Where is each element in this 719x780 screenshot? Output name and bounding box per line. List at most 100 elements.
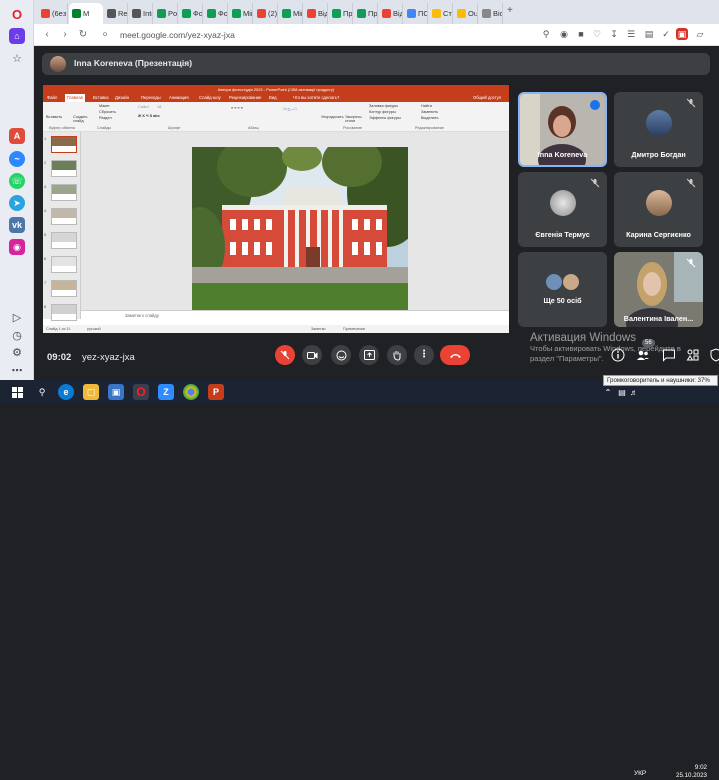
present-button[interactable] [359,345,379,365]
participant-tile-karyna[interactable]: Карина Сергиєнко [614,172,703,247]
powerpoint-taskbar-icon[interactable]: P [208,384,224,400]
tab-label: Miй [243,9,252,18]
browser-tab[interactable]: Inte [129,3,153,24]
telegram-icon[interactable]: ➤ [9,195,25,211]
browser-tab[interactable]: Пре [329,3,353,24]
browser-tab[interactable]: Our [454,3,478,24]
reload-icon[interactable]: ↻ [76,28,90,42]
home-icon[interactable]: ⌂ [9,28,25,44]
vpn-icon[interactable]: ✓ [660,28,672,40]
browser-tab[interactable]: Miй [279,3,303,24]
call-end-icon [449,353,461,358]
opera-logo-icon[interactable]: O [9,6,25,22]
wallet-icon[interactable]: ▤ [643,28,655,40]
whatsapp-icon[interactable]: ☏ [9,173,25,189]
bookmark-icon[interactable]: ♡ [591,28,603,40]
instagram-icon[interactable]: ◉ [9,239,25,255]
more-options-button[interactable]: ⋮ [414,345,434,365]
classroom-icon [282,9,291,18]
participant-tile-yevheniia[interactable]: Євгенія Термус [518,172,607,247]
shape-outline-button: Контур фигуры [369,110,396,114]
info-icon[interactable] [611,348,625,362]
chrome-icon [432,9,441,18]
aria-icon[interactable]: A [9,128,25,144]
more-icon[interactable]: ⋯ [9,362,25,378]
participant-tile-valentyna[interactable]: Валентина Івален... [614,252,703,327]
leave-call-button[interactable] [440,345,470,365]
cube-icon[interactable]: ▱ [694,28,706,40]
activities-icon[interactable] [686,348,700,362]
arrange-button: Упорядочить [321,115,344,119]
tab-strip: (6eз M Rest Inte Poбі Фор Фор Miй (2) (Miй Від Пре… [34,0,719,24]
settings-icon[interactable]: ⚙ [9,344,25,360]
participant-avatar [546,274,562,290]
section-button: Раздел [99,116,112,120]
tab-icon [482,9,491,18]
slide-canvas [81,132,509,311]
browser-tab[interactable]: Ста [429,3,453,24]
browser-tab[interactable]: Від [304,3,328,24]
menu-icon[interactable]: ☰ [625,28,637,40]
back-icon[interactable]: ‹ [40,28,54,42]
messenger-icon[interactable]: ~ [9,151,25,167]
player-icon[interactable]: ▷ [9,309,25,325]
browser-tab[interactable]: Фор [204,3,228,24]
status-comments: Примечания [343,327,365,331]
host-controls-icon[interactable] [709,348,719,362]
mic-toggle-button[interactable] [275,345,295,365]
tab-label: Poбі [168,9,178,18]
windows-start-icon[interactable] [9,384,25,400]
browser-tab[interactable]: Biol [479,3,503,24]
store-icon[interactable]: ▣ [108,384,124,400]
new-tab-icon[interactable]: + [507,5,513,16]
participant-tile-dmytro[interactable]: Дмитро Богдан [614,92,703,167]
slide-thumbnail [51,160,77,177]
search-icon[interactable]: ⚲ [34,384,50,400]
input-language[interactable]: УКР [634,770,646,777]
classroom-icon [332,9,341,18]
browser-tab[interactable]: Poбі [154,3,178,24]
download-icon[interactable]: ↧ [608,28,620,40]
volume-icon[interactable]: ♬ [626,384,642,400]
vk-icon[interactable]: vk [9,217,25,233]
system-clock[interactable]: 9:02 25.10.2023 [676,764,707,780]
opera-taskbar-icon[interactable]: O [133,384,149,400]
camera-icon[interactable]: ◉ [558,28,570,40]
zoom-taskbar-icon[interactable]: Z [158,384,174,400]
browser-tab[interactable]: M [69,3,103,24]
browser-tab[interactable]: (2) ( [254,3,278,24]
browser-tab[interactable]: Rest [104,3,128,24]
edge-icon[interactable]: e [58,384,74,400]
browser-tab[interactable]: Фор [179,3,203,24]
status-slide-count: Слайд 1 из 11 [46,327,71,331]
participant-tile-others[interactable]: Ще 50 осіб [518,252,607,327]
thumb-number: 5 [44,232,47,237]
raise-hand-button[interactable] [387,345,407,365]
thumb-number: 6 [44,256,47,261]
people-icon[interactable] [636,348,650,362]
forward-icon[interactable]: › [58,28,72,42]
explorer-icon[interactable]: ▢ [83,384,99,400]
meeting-code[interactable]: yez-xyaz-jxa [82,352,135,363]
video-icon[interactable]: ■ [575,28,587,40]
browser-tab[interactable]: (6eз [38,3,68,24]
browser-tab[interactable]: Miй [229,3,253,24]
history-icon[interactable]: ◷ [9,327,25,343]
browser-tab[interactable]: Про [354,3,378,24]
pin-icon[interactable]: ☆ [9,50,25,66]
ppt-menu-item: Слайд-шоу [199,95,221,100]
extension-icon[interactable]: ▣ [676,28,688,40]
chrome-taskbar-icon[interactable] [183,384,199,400]
tab-label: Rest [118,9,128,18]
classroom-icon [157,9,166,18]
camera-toggle-button[interactable] [302,345,322,365]
browser-tab[interactable]: Від [379,3,403,24]
browser-tab[interactable]: ПС- [404,3,428,24]
ppt-menu-item: Файл [47,95,58,100]
ppt-ribbon: Вставить Макет Сбросить Раздел Создать с… [43,102,509,132]
chat-icon[interactable] [662,348,676,362]
create-slide-button: Создать слайд [73,115,88,123]
reactions-button[interactable] [331,345,351,365]
zoom-icon[interactable]: ⚲ [540,28,552,40]
participant-tile-inna[interactable]: Inna Koreneva [518,92,607,167]
